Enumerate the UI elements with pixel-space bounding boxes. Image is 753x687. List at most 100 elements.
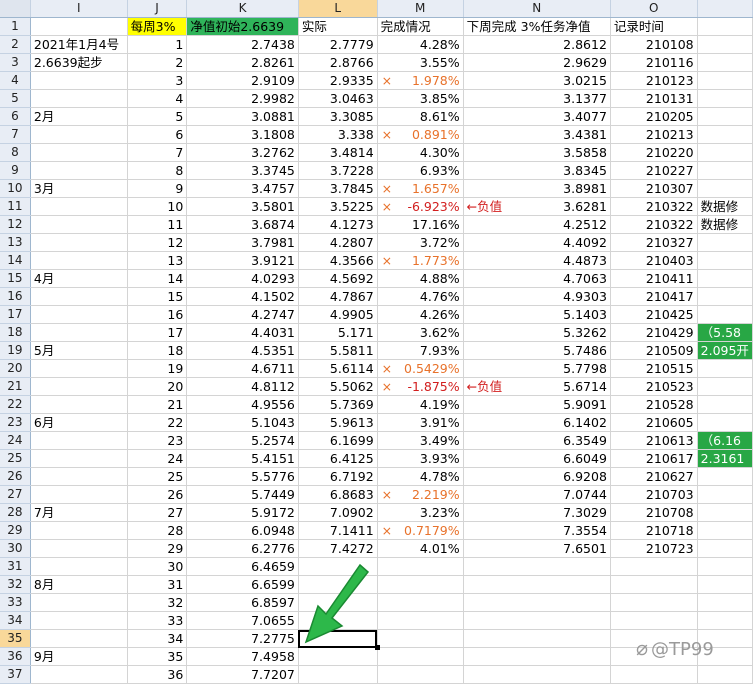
header-cell-p[interactable]: [697, 17, 753, 36]
row-header[interactable]: 12: [0, 215, 31, 234]
cell-overflow-note[interactable]: [697, 161, 753, 180]
cell-overflow-note[interactable]: [697, 611, 753, 630]
cell-month-note[interactable]: [30, 449, 128, 468]
cell-completion[interactable]: × 1.657%: [377, 179, 464, 198]
row-header[interactable]: 4: [0, 71, 31, 90]
cell-overflow-note[interactable]: [697, 665, 753, 684]
cell-target-nav[interactable]: 6.8597: [186, 593, 299, 612]
header-actual[interactable]: 实际: [298, 17, 378, 36]
cell-week[interactable]: 20: [127, 377, 188, 396]
cell-next-target[interactable]: 3.0215: [463, 71, 611, 90]
cell-target-nav[interactable]: 4.8112: [186, 377, 299, 396]
cell-month-note[interactable]: [30, 593, 128, 612]
cell-record-time[interactable]: 210515: [610, 359, 698, 378]
cell-month-note[interactable]: 3月: [30, 179, 128, 198]
cell-record-time[interactable]: 210617: [610, 449, 698, 468]
cell-actual[interactable]: 5.9613: [298, 413, 378, 432]
cell-completion[interactable]: 6.93%: [377, 161, 464, 180]
cell-record-time[interactable]: 210627: [610, 467, 698, 486]
cell-month-note[interactable]: 2.6639起步: [30, 53, 128, 72]
row-header[interactable]: 16: [0, 287, 31, 306]
cell-completion[interactable]: 4.78%: [377, 467, 464, 486]
cell-actual[interactable]: 3.4814: [298, 143, 378, 162]
cell-next-target[interactable]: 6.6049: [463, 449, 611, 468]
cell-overflow-note[interactable]: 2.095开: [697, 341, 753, 360]
cell-actual[interactable]: 3.5225: [298, 197, 378, 216]
cell-record-time[interactable]: 210509: [610, 341, 698, 360]
cell-week[interactable]: 24: [127, 449, 188, 468]
cell-month-note[interactable]: [30, 233, 128, 252]
cell-target-nav[interactable]: 6.4659: [186, 557, 299, 576]
cell-actual[interactable]: 4.2807: [298, 233, 378, 252]
row-header[interactable]: 22: [0, 395, 31, 414]
cell-actual[interactable]: 3.7845: [298, 179, 378, 198]
cell-week[interactable]: 21: [127, 395, 188, 414]
cell-next-target[interactable]: 7.0744: [463, 485, 611, 504]
row-header[interactable]: 34: [0, 611, 31, 630]
row-header[interactable]: 8: [0, 143, 31, 162]
cell-month-note[interactable]: 5月: [30, 341, 128, 360]
cell-target-nav[interactable]: 7.2775: [186, 629, 299, 648]
cell-month-note[interactable]: [30, 485, 128, 504]
cell-record-time[interactable]: 210322: [610, 197, 698, 216]
cell-week[interactable]: 19: [127, 359, 188, 378]
cell-month-note[interactable]: [30, 665, 128, 684]
row-header[interactable]: 23: [0, 413, 31, 432]
row-header[interactable]: 7: [0, 125, 31, 144]
cell-next-target[interactable]: 3.8345: [463, 161, 611, 180]
cell-month-note[interactable]: [30, 125, 128, 144]
cell-month-note[interactable]: 6月: [30, 413, 128, 432]
cell-completion[interactable]: 4.88%: [377, 269, 464, 288]
cell-overflow-note[interactable]: [697, 539, 753, 558]
cell-overflow-note[interactable]: [697, 287, 753, 306]
cell-week[interactable]: 23: [127, 431, 188, 450]
column-header[interactable]: O: [610, 0, 698, 18]
row-header[interactable]: 9: [0, 161, 31, 180]
cell-target-nav[interactable]: 6.6599: [186, 575, 299, 594]
row-header[interactable]: 36: [0, 647, 31, 666]
cell-record-time[interactable]: 210322: [610, 215, 698, 234]
cell-week[interactable]: 3: [127, 71, 188, 90]
cell-completion[interactable]: × -6.923%: [377, 197, 464, 216]
cell-completion[interactable]: 3.93%: [377, 449, 464, 468]
row-header[interactable]: 33: [0, 593, 31, 612]
cell-record-time[interactable]: 210411: [610, 269, 698, 288]
cell-actual[interactable]: 5.5811: [298, 341, 378, 360]
cell-target-nav[interactable]: 6.2776: [186, 539, 299, 558]
cell-next-target[interactable]: [463, 575, 611, 594]
cell-completion[interactable]: × 0.891%: [377, 125, 464, 144]
cell-actual[interactable]: 4.1273: [298, 215, 378, 234]
cell-completion[interactable]: [377, 629, 464, 648]
cell-month-note[interactable]: [30, 197, 128, 216]
cell-completion[interactable]: 3.23%: [377, 503, 464, 522]
cell-actual[interactable]: 6.8683: [298, 485, 378, 504]
cell-record-time[interactable]: 210131: [610, 89, 698, 108]
cell-overflow-note[interactable]: [697, 125, 753, 144]
cell-week[interactable]: 29: [127, 539, 188, 558]
column-header[interactable]: L: [298, 0, 378, 18]
cell-record-time[interactable]: 210108: [610, 35, 698, 54]
cell-completion[interactable]: 4.19%: [377, 395, 464, 414]
row-header[interactable]: 37: [0, 665, 31, 684]
cell-week[interactable]: 26: [127, 485, 188, 504]
header-initial-nav[interactable]: 净值初始2.6639: [186, 17, 299, 36]
cell-month-note[interactable]: [30, 611, 128, 630]
cell-completion[interactable]: 17.16%: [377, 215, 464, 234]
row-header[interactable]: 3: [0, 53, 31, 72]
cell-completion[interactable]: × 1.773%: [377, 251, 464, 270]
cell-target-nav[interactable]: 3.4757: [186, 179, 299, 198]
cell-record-time[interactable]: 210123: [610, 71, 698, 90]
cell-next-target[interactable]: 5.3262: [463, 323, 611, 342]
cell-overflow-note[interactable]: [697, 467, 753, 486]
column-header[interactable]: K: [186, 0, 299, 18]
cell-month-note[interactable]: 7月: [30, 503, 128, 522]
cell-completion[interactable]: 4.28%: [377, 35, 464, 54]
cell-actual[interactable]: 3.338: [298, 125, 378, 144]
cell-completion[interactable]: 3.49%: [377, 431, 464, 450]
cell-next-target[interactable]: [463, 629, 611, 648]
row-header[interactable]: 14: [0, 251, 31, 270]
cell-overflow-note[interactable]: [697, 377, 753, 396]
cell-month-note[interactable]: [30, 71, 128, 90]
cell-overflow-note[interactable]: [697, 35, 753, 54]
cell-next-target[interactable]: 3.4381: [463, 125, 611, 144]
